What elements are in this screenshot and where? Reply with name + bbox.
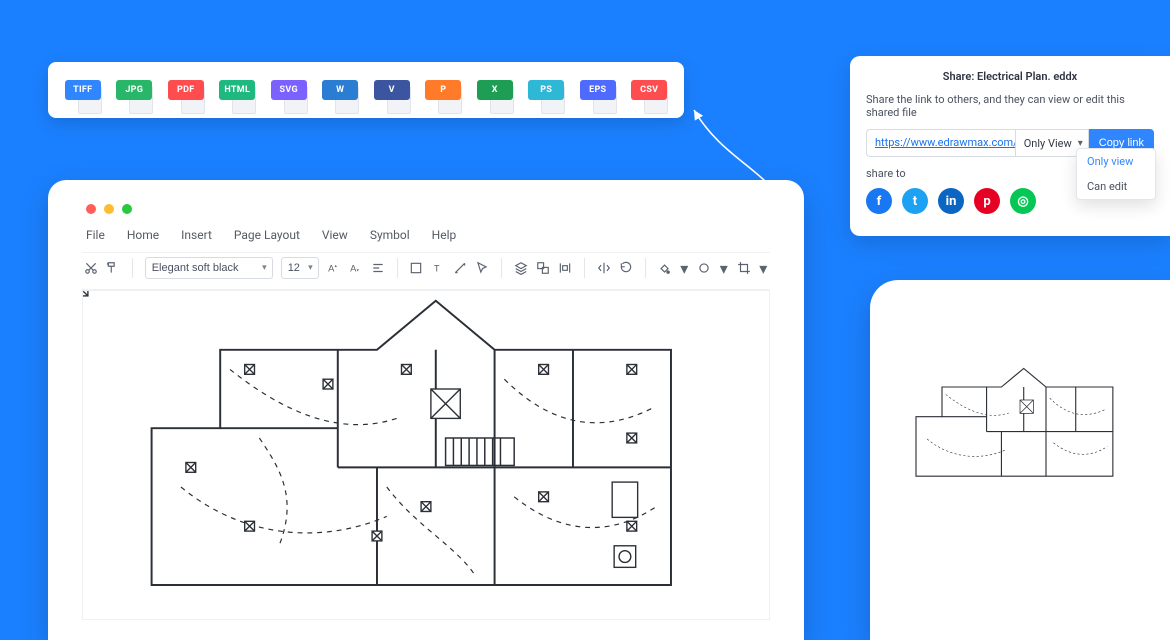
rect-shape-icon[interactable] [409, 259, 423, 277]
permission-option-only-view[interactable]: Only view [1077, 149, 1155, 174]
share-title: Share: Electrical Plan. eddx [866, 70, 1154, 83]
drawing-canvas[interactable] [82, 290, 770, 620]
share-facebook-button[interactable]: f [866, 188, 892, 214]
align-icon[interactable] [371, 259, 385, 277]
share-linkedin-button[interactable]: in [938, 188, 964, 214]
export-formats-card: TIFF JPGPDF HTMLSVG WVPX PSEPS CSV [48, 62, 684, 118]
increase-font-icon[interactable]: A▴ [327, 259, 341, 277]
decrease-font-icon[interactable]: A▾ [349, 259, 363, 277]
svg-text:▴: ▴ [334, 264, 337, 269]
text-tool-icon[interactable]: T [431, 259, 445, 277]
share-line-button[interactable]: ◎ [1010, 188, 1036, 214]
rotate-icon[interactable] [619, 259, 633, 277]
crop-caret-icon[interactable]: ▾ [759, 259, 769, 277]
toolbar: A▴ A▾ T [82, 252, 770, 290]
share-pinterest-button[interactable]: p [974, 188, 1000, 214]
window-controls [82, 198, 770, 224]
editor-window: FileHomeInsertPage LayoutViewSymbolHelp … [48, 180, 804, 640]
permission-selected-label: Only View [1024, 137, 1072, 150]
distribute-icon[interactable] [558, 259, 572, 277]
share-subtitle: Share the link to others, and they can v… [866, 93, 1154, 119]
format-pdf[interactable]: PDF [163, 80, 209, 100]
flip-icon[interactable] [597, 259, 611, 277]
format-svg[interactable]: SVG [266, 80, 312, 100]
pointer-icon[interactable] [475, 259, 489, 277]
phone-preview [870, 280, 1170, 640]
fill-color-icon[interactable] [657, 259, 671, 277]
electrical-plan-drawing [83, 291, 769, 614]
svg-text:T: T [434, 264, 440, 274]
menu-page-layout[interactable]: Page Layout [234, 228, 300, 242]
format-html[interactable]: HTML [215, 80, 261, 100]
format-eps[interactable]: EPS [575, 80, 621, 100]
zoom-dot-icon[interactable] [122, 204, 132, 214]
menu-view[interactable]: View [322, 228, 348, 242]
close-dot-icon[interactable] [86, 204, 96, 214]
group-icon[interactable] [536, 259, 550, 277]
crop-icon[interactable] [737, 259, 751, 277]
share-twitter-button[interactable]: t [902, 188, 928, 214]
format-csv[interactable]: CSV [627, 80, 673, 100]
format-ps[interactable]: PS [524, 80, 570, 100]
format-v[interactable]: V [369, 80, 415, 100]
minimize-dot-icon[interactable] [104, 204, 114, 214]
menu-insert[interactable]: Insert [181, 228, 212, 242]
permission-option-can-edit[interactable]: Can edit [1077, 174, 1155, 199]
menu-help[interactable]: Help [432, 228, 457, 242]
menu-home[interactable]: Home [127, 228, 159, 242]
permission-menu: Only viewCan edit [1076, 148, 1156, 200]
connector-icon[interactable] [453, 259, 467, 277]
cut-icon[interactable] [84, 259, 98, 277]
share-dialog: Share: Electrical Plan. eddx Share the l… [850, 56, 1170, 236]
electrical-plan-drawing-mini [890, 316, 1150, 536]
line-style-caret-icon[interactable]: ▾ [719, 259, 729, 277]
arrow-to-formats [686, 102, 776, 192]
line-style-icon[interactable] [697, 259, 711, 277]
share-url-field[interactable]: https://www.edrawmax.com/online/files [866, 129, 1015, 157]
svg-text:▾: ▾ [356, 269, 359, 274]
menu-symbol[interactable]: Symbol [370, 228, 410, 242]
format-tiff[interactable]: TIFF [60, 80, 106, 100]
format-x[interactable]: X [472, 80, 518, 100]
fill-color-caret-icon[interactable]: ▾ [679, 259, 689, 277]
layers-icon[interactable] [514, 259, 528, 277]
format-p[interactable]: P [421, 80, 467, 100]
format-w[interactable]: W [318, 80, 364, 100]
menu-file[interactable]: File [86, 228, 105, 242]
font-family-select[interactable] [145, 257, 273, 279]
font-size-select[interactable] [281, 257, 319, 279]
menu-bar: File Home Insert Page Layout View Symbol Help [82, 224, 770, 252]
format-painter-icon[interactable] [106, 259, 120, 277]
format-jpg[interactable]: JPG [112, 80, 158, 100]
